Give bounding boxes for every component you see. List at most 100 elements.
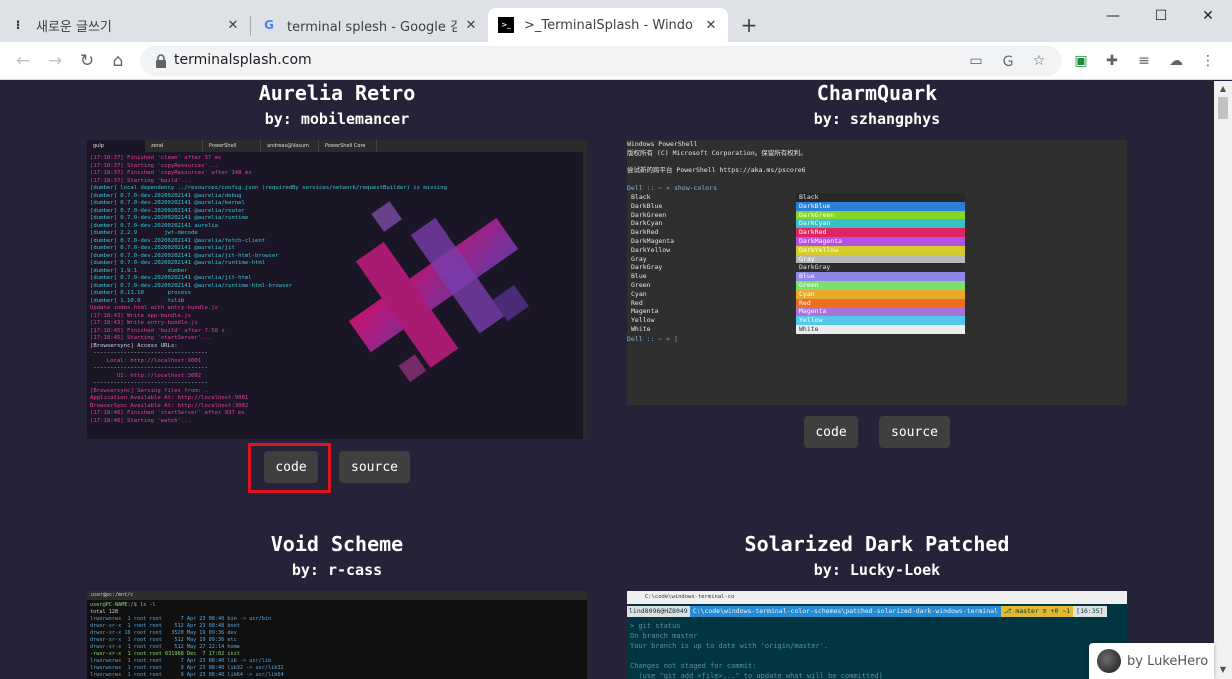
terminal-line: [17:18:46] Finished 'startServer' after … (90, 410, 245, 416)
page-scrollbar[interactable]: ▲ ▼ (1214, 81, 1232, 679)
address-bar[interactable]: terminalsplash.com ▭ Ｇ ☆ (140, 46, 1062, 76)
prompt-git-branch: ⎇ master ≡ +0 ~1 (1000, 606, 1074, 617)
terminal-prompt: Dell :: ~ » show-colors (627, 184, 718, 192)
terminal-line: [dumber] 0.11.10 process (90, 290, 192, 296)
charmquark-screenshot: Windows PowerShell 版权所有 (C) Microsoft Cor… (627, 140, 1127, 405)
source-button[interactable]: source (879, 416, 950, 448)
terminal-line: [dumber] 0.7.0-dev.20200202141 @aurelia/… (90, 252, 279, 259)
terminal-line: (use "git add <file>..." to update what … (630, 672, 883, 679)
terminal-tab[interactable]: gulp (87, 140, 145, 152)
close-icon[interactable]: ✕ (224, 16, 242, 34)
scroll-thumb[interactable] (1218, 97, 1228, 119)
avatar (1097, 649, 1121, 673)
media-queue-icon[interactable]: ≡ (1134, 51, 1154, 71)
code-button[interactable]: code (804, 416, 858, 448)
scroll-up-icon[interactable]: ▲ (1218, 84, 1228, 94)
maximize-icon[interactable]: ☐ (1151, 6, 1171, 26)
terminal-line: [dumber] 0.7.0-dev.20200202141 aurelia (90, 222, 218, 229)
terminal-line: [Browsersync] Access URLs: (90, 342, 178, 349)
color-swatch: Yellow (796, 316, 965, 325)
card-title: Void Scheme (270, 532, 404, 556)
more-menu-icon[interactable]: ⋮ (1198, 51, 1218, 71)
new-tab-button[interactable]: + (738, 13, 760, 37)
extensions-puzzle-icon[interactable]: ✚ (1102, 51, 1122, 71)
terminal-line: lrwxrwxrwx 1 root root 7 Apr 23 08:40 bi… (90, 616, 272, 622)
card-title: CharmQuark (816, 81, 938, 105)
terminal-tab[interactable]: PowerShell Core (319, 140, 377, 152)
color-swatch: DarkYellow (796, 245, 965, 255)
terminal-line: [dumber] 0.7.0-dev.20200202141 @aurelia/… (90, 200, 245, 206)
scroll-down-icon[interactable]: ▼ (1218, 665, 1228, 675)
google-icon: G (264, 18, 274, 32)
close-icon[interactable]: ✕ (702, 16, 720, 34)
color-name: DarkGray (631, 263, 663, 272)
color-swatch: DarkRed (796, 228, 965, 237)
terminal-line: [dumber] 0.7.0-dev.20200202141 @aurelia/… (90, 275, 252, 281)
terminal-line: 版权所有 (C) Microsoft Corporation。保留所有权利。 (627, 148, 807, 157)
tab-terminalsplash[interactable]: >_ >_TerminalSplash - Windows Te ✕ (488, 8, 728, 42)
terminal-line: drwxr-xr-x 1 root root 512 May 27 22:14 … (90, 644, 240, 650)
terminal-line: [Browsersync] Serving files from: . (90, 387, 208, 394)
terminal-line: [17:18:37] Finished 'copyResources' afte… (90, 170, 252, 176)
terminal-tab[interactable]: PowerShell (203, 140, 261, 152)
terminal-line: lrwxrwxrwx 1 root root 9 Apr 23 08:40 li… (90, 672, 284, 678)
highlight-box (248, 443, 331, 493)
color-swatch: White (796, 324, 965, 334)
terminal-line: [17:18:37] Starting 'build'... (90, 177, 192, 184)
color-name: DarkYellow (631, 245, 671, 254)
bookmark-star-icon[interactable]: ☆ (1030, 52, 1048, 70)
tab-title: 새로운 글쓰기 (36, 19, 112, 35)
color-name: Gray (631, 254, 647, 263)
tab-google-search[interactable]: G terminal splesh - Google 검색 ✕ (251, 8, 488, 42)
terminal-end-prompt: Dell :: ~ » | (627, 335, 678, 343)
terminal-line: [17:18:43] Write entry-bundle.js (90, 320, 198, 326)
terminal-line: Local: http://localhost:9001 (90, 357, 202, 364)
profile-avatar-icon[interactable]: ☁ (1166, 51, 1186, 71)
translate-icon[interactable]: Ｇ (999, 52, 1017, 70)
card-title: Aurelia Retro (258, 81, 416, 105)
home-icon[interactable]: ⌂ (108, 51, 128, 71)
card-author: by: Lucky-Loek (813, 561, 941, 579)
extension-green-icon[interactable]: ▣ (1071, 51, 1091, 71)
color-name: Magenta (631, 307, 659, 316)
terminal-line: ---------------------------------- (90, 380, 208, 386)
terminal-line: [17:18:37] Starting 'copyResources'... (90, 162, 218, 169)
tab-new-post[interactable]: ⁝ 새로운 글쓰기 ✕ (0, 8, 250, 42)
window-close-icon[interactable]: ✕ (1198, 6, 1218, 26)
terminal-line: UI: http://localhost:3002 (90, 372, 202, 379)
color-swatch: DarkGray (796, 263, 965, 273)
terminal-scrollbar[interactable] (583, 152, 587, 439)
terminal-line: [dumber] local dependency ../resources/c… (90, 185, 447, 191)
reload-icon[interactable]: ↻ (77, 51, 97, 71)
color-name: Red (631, 298, 643, 307)
terminal-line: Changes not staged for commit: (630, 662, 757, 670)
terminal-title: user@pc:/mnt/c (91, 592, 134, 598)
color-name: Yellow (631, 316, 655, 325)
terminal-line: [dumber] 0.7.0-dev.20200202141 @aurelia/… (90, 282, 293, 289)
color-name: White (631, 324, 651, 333)
terminal-line: 尝试新的跨平台 PowerShell https://aka.ms/pscore… (627, 166, 806, 175)
forward-icon[interactable]: → (45, 51, 65, 71)
color-name: DarkBlue (631, 201, 663, 210)
terminal-prompt-line: lind8096@HZ8049 C:\code\windows-terminal… (627, 606, 1107, 617)
tab-title: terminal splesh - Google 검색 (287, 19, 457, 35)
terminal-line: [dumber] 2.2.9 jwt-decode (90, 230, 198, 236)
terminal-line: [dumber] 0.7.0-dev.20200202141 @aurelia/… (90, 260, 266, 266)
terminal-line: [17:18:43] Write app-bundle.js (90, 312, 192, 319)
color-swatch: Blue (796, 272, 965, 281)
terminal-tab-bar: gulp zeral PowerShell andreas@Vasum PowerShe… (87, 140, 587, 152)
terminal-output: > git status On branch master Your branch … (630, 621, 883, 679)
terminal-tab[interactable]: zeral (145, 140, 203, 152)
credit-badge[interactable]: by LukeHero (1089, 643, 1214, 679)
close-icon[interactable]: ✕ (462, 16, 480, 34)
minimize-icon[interactable]: — (1103, 6, 1123, 26)
color-name: Black (631, 193, 651, 201)
prompt-user: lind8096@HZ8049 (627, 606, 690, 617)
source-button[interactable]: source (339, 451, 410, 483)
cast-icon[interactable]: ▭ (967, 52, 985, 70)
back-icon[interactable]: ← (13, 51, 33, 71)
terminal-line: lrwxrwxrwx 1 root root 9 Apr 23 08:40 li… (90, 665, 284, 671)
terminal-line: Your branch is up to date with 'origin/m… (630, 642, 829, 650)
terminal-tab[interactable]: andreas@Vasum (261, 140, 319, 152)
